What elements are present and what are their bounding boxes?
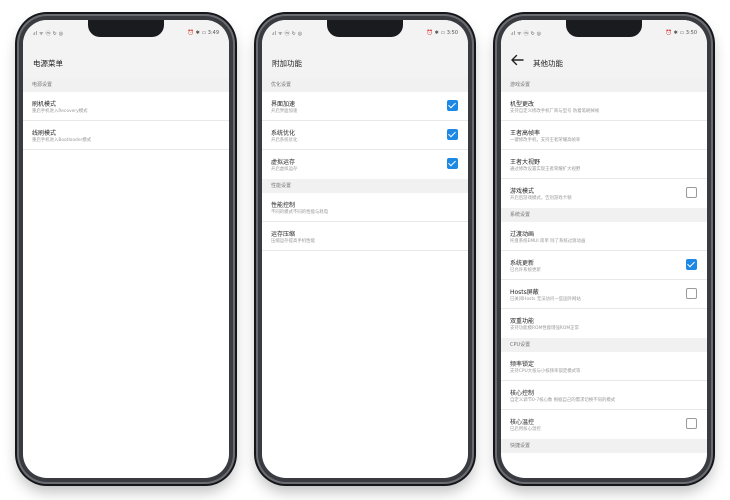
item-subtitle: 支持功能模ROM性能增强ROM正常 bbox=[510, 326, 579, 331]
notch bbox=[566, 20, 642, 37]
item-subtitle: 支持CPU大核与小核频率锁定模式等 bbox=[510, 369, 581, 374]
notch bbox=[88, 20, 164, 37]
settings-list: 优化设置 界面加速 开启界面加速 系统优化 开启系统优化 虚拟运存 开启虚拟运存… bbox=[262, 78, 468, 478]
phone-screen-1: ᵢıl ᯤ ⓜ ↻ ◎ ⏰ ✱ ▭ 3:49 电源菜单 电源设置 刷机模式 重启… bbox=[23, 20, 229, 478]
item-title: 系统优化 bbox=[271, 130, 296, 137]
item-subtitle: 开启界面加速 bbox=[271, 109, 298, 114]
section-header: 游戏设置 bbox=[501, 78, 707, 92]
item-subtitle: 托盘系统EMUI 简单 除了系统过渡动画 bbox=[510, 239, 586, 244]
item-subtitle: 自定义调节0-7核心数 根据自己的需求切换不同的模式 bbox=[510, 398, 616, 403]
section-header: 性能设置 bbox=[262, 179, 468, 193]
item-title: 刷机模式 bbox=[32, 101, 57, 108]
item-title: 线刷模式 bbox=[32, 130, 57, 137]
item-subtitle: 已关闭Hosts 无法访问一些国外网站 bbox=[510, 297, 581, 302]
section-header: 快捷设置 bbox=[501, 439, 707, 453]
item-title: 双重功能 bbox=[510, 318, 535, 325]
status-clock: ⏰ ✱ ▭ 3:50 bbox=[665, 30, 697, 36]
list-item-game-mode[interactable]: 游戏模式 开启后游戏模式，告别游戏卡顿 bbox=[501, 179, 707, 208]
list-item-core-thermal[interactable]: 核心温控 已启用核心温控 bbox=[501, 410, 707, 439]
item-subtitle: 不同的模式不同的性能与耗电 bbox=[271, 210, 329, 215]
settings-list: 电源设置 刷机模式 重启手机进入Recovery模式 线刷模式 重启手机进入Bo… bbox=[23, 78, 229, 478]
item-title: 性能控制 bbox=[271, 202, 296, 209]
page-title: 附加功能 bbox=[272, 59, 302, 68]
phone-screen-2: ᵢıl ᯤ ⓜ ↻ ◎ ⏰ ✱ ▭ 3:50 附加功能 优化设置 界面加速 开启… bbox=[262, 20, 468, 478]
page-title: 电源菜单 bbox=[33, 59, 63, 68]
item-subtitle: 一键修改手机，支持王者荣耀高帧率 bbox=[510, 138, 581, 143]
item-subtitle: 开启系统优化 bbox=[271, 138, 298, 143]
list-item-wide-view[interactable]: 王者大视野 通过修改设置实现王者荣耀扩大视野 bbox=[501, 150, 707, 179]
section-header: CPU设置 bbox=[501, 338, 707, 352]
phone-frame-1: ᵢıl ᯤ ⓜ ↻ ◎ ⏰ ✱ ▭ 3:49 电源菜单 电源设置 刷机模式 重启… bbox=[17, 14, 235, 484]
section-header: 电源设置 bbox=[23, 78, 229, 92]
item-title: 王者高帧率 bbox=[510, 130, 541, 137]
item-subtitle: 重启手机进入Recovery模式 bbox=[32, 109, 88, 114]
checkbox[interactable] bbox=[686, 418, 697, 429]
item-title: 界面加速 bbox=[271, 101, 296, 108]
list-item-fastboot-mode[interactable]: 线刷模式 重启手机进入Bootloader模式 bbox=[23, 121, 229, 150]
phone-screen-3: ᵢıl ᯤ ⓜ ↻ ◎ ⏰ ✱ ▭ 3:50 其他功能 游戏设置 机型更改 支持… bbox=[501, 20, 707, 478]
item-title: 游戏模式 bbox=[510, 188, 535, 195]
item-title: 系统更新 bbox=[510, 260, 535, 267]
checkbox[interactable] bbox=[686, 259, 697, 270]
section-header: 系统设置 bbox=[501, 208, 707, 222]
checkbox[interactable] bbox=[686, 187, 697, 198]
settings-list: 游戏设置 机型更改 支持自定义修改手机厂商与型号 防着笔刷掉帧 王者高帧率 一键… bbox=[501, 78, 707, 478]
list-item-ram-compress[interactable]: 运存压缩 压缩运存提高手机性能 bbox=[262, 222, 468, 251]
checkbox[interactable] bbox=[447, 100, 458, 111]
item-title: 机型更改 bbox=[510, 101, 535, 108]
status-icons-left: ᵢıl ᯤ ⓜ ↻ ◎ bbox=[272, 31, 303, 37]
item-subtitle: 已启用核心温控 bbox=[510, 427, 541, 432]
status-clock: ⏰ ✱ ▭ 3:50 bbox=[426, 30, 458, 36]
item-subtitle: 重启手机进入Bootloader模式 bbox=[32, 138, 92, 143]
list-item-core-control[interactable]: 核心控制 自定义调节0-7核心数 根据自己的需求切换不同的模式 bbox=[501, 381, 707, 410]
section-header: 优化设置 bbox=[262, 78, 468, 92]
page-title: 其他功能 bbox=[533, 59, 563, 68]
item-title: 过渡动画 bbox=[510, 231, 535, 238]
item-subtitle: 支持自定义修改手机厂商与型号 防着笔刷掉帧 bbox=[510, 109, 600, 114]
app-bar: 附加功能 bbox=[262, 44, 468, 78]
item-title: 核心控制 bbox=[510, 390, 535, 397]
list-item-flash-mode[interactable]: 刷机模式 重启手机进入Recovery模式 bbox=[23, 92, 229, 121]
status-icons-left: ᵢıl ᯤ ⓜ ↻ ◎ bbox=[511, 31, 542, 37]
list-item-freq-lock[interactable]: 频率锁定 支持CPU大核与小核频率锁定模式等 bbox=[501, 352, 707, 381]
list-item-transition-anim[interactable]: 过渡动画 托盘系统EMUI 简单 除了系统过渡动画 bbox=[501, 222, 707, 251]
list-item-high-fps[interactable]: 王者高帧率 一键修改手机，支持王者荣耀高帧率 bbox=[501, 121, 707, 150]
item-subtitle: 开启虚拟运存 bbox=[271, 167, 298, 172]
list-item-ui-accel[interactable]: 界面加速 开启界面加速 bbox=[262, 92, 468, 121]
list-item-dual-function[interactable]: 双重功能 支持功能模ROM性能增强ROM正常 bbox=[501, 309, 707, 338]
list-item-system-update[interactable]: 系统更新 已允许系统更新 bbox=[501, 251, 707, 280]
app-bar: 电源菜单 bbox=[23, 44, 229, 78]
item-subtitle: 已允许系统更新 bbox=[510, 268, 541, 273]
phone-frame-3: ᵢıl ᯤ ⓜ ↻ ◎ ⏰ ✱ ▭ 3:50 其他功能 游戏设置 机型更改 支持… bbox=[495, 14, 713, 484]
item-title: 王者大视野 bbox=[510, 159, 541, 166]
list-item-model-change[interactable]: 机型更改 支持自定义修改手机厂商与型号 防着笔刷掉帧 bbox=[501, 92, 707, 121]
list-item-virtual-ram[interactable]: 虚拟运存 开启虚拟运存 bbox=[262, 150, 468, 179]
item-subtitle: 压缩运存提高手机性能 bbox=[271, 239, 315, 244]
list-item-system-opt[interactable]: 系统优化 开启系统优化 bbox=[262, 121, 468, 150]
back-arrow-icon[interactable] bbox=[509, 52, 525, 68]
item-title: 虚拟运存 bbox=[271, 159, 296, 166]
list-item-hosts-block[interactable]: Hosts屏蔽 已关闭Hosts 无法访问一些国外网站 bbox=[501, 280, 707, 309]
checkbox[interactable] bbox=[686, 288, 697, 299]
app-bar: 其他功能 bbox=[501, 44, 707, 78]
notch bbox=[327, 20, 403, 37]
item-title: 核心温控 bbox=[510, 419, 535, 426]
phone-frame-2: ᵢıl ᯤ ⓜ ↻ ◎ ⏰ ✱ ▭ 3:50 附加功能 优化设置 界面加速 开启… bbox=[256, 14, 474, 484]
item-title: Hosts屏蔽 bbox=[510, 289, 539, 296]
item-title: 频率锁定 bbox=[510, 361, 535, 368]
item-subtitle: 开启后游戏模式，告别游戏卡顿 bbox=[510, 196, 572, 201]
item-subtitle: 通过修改设置实现王者荣耀扩大视野 bbox=[510, 167, 581, 172]
item-title: 运存压缩 bbox=[271, 231, 296, 238]
checkbox[interactable] bbox=[447, 158, 458, 169]
list-item-perf-control[interactable]: 性能控制 不同的模式不同的性能与耗电 bbox=[262, 193, 468, 222]
checkbox[interactable] bbox=[447, 129, 458, 140]
status-icons-left: ᵢıl ᯤ ⓜ ↻ ◎ bbox=[33, 31, 64, 37]
status-clock: ⏰ ✱ ▭ 3:49 bbox=[187, 30, 219, 36]
